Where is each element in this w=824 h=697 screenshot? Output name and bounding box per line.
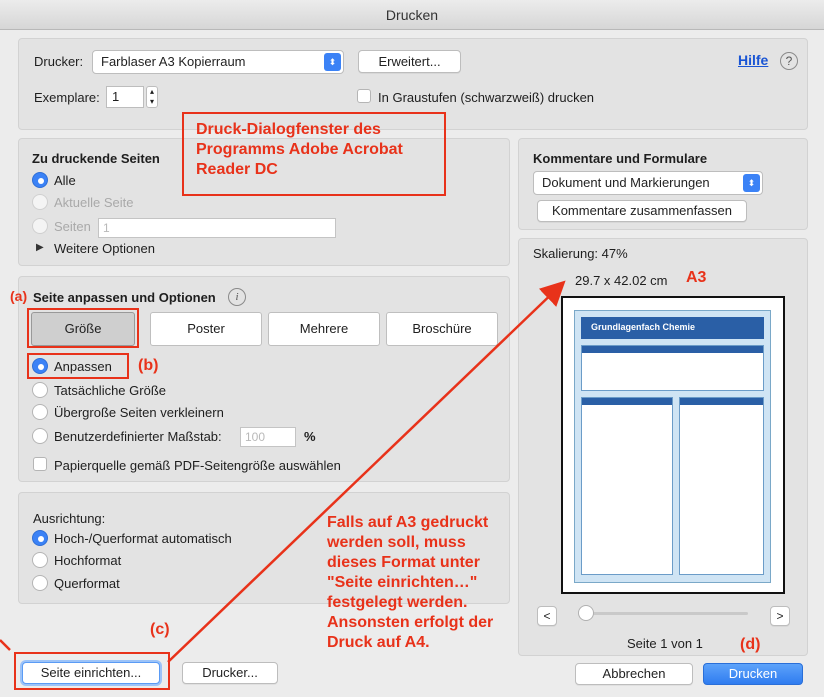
arrow-to-page-size [167,280,566,663]
arrow-edge [0,639,11,651]
annotation-arrows [0,280,566,663]
